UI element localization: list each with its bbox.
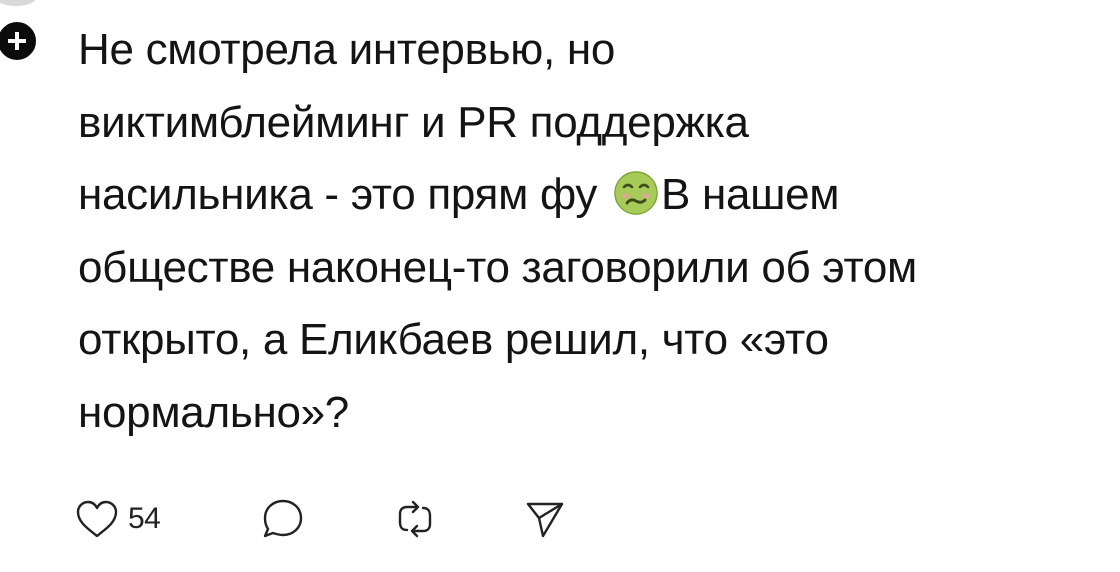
comment-button[interactable] bbox=[260, 494, 306, 544]
like-button[interactable]: 54 bbox=[74, 494, 161, 544]
repost-button[interactable] bbox=[392, 494, 438, 544]
follow-plus-icon[interactable] bbox=[0, 18, 40, 64]
comment-line: Не смотрела интервью, но bbox=[78, 25, 616, 74]
comment-line-part: насильника - это прям фу bbox=[78, 170, 598, 219]
share-icon bbox=[526, 502, 564, 538]
comment-line-part: В нашем bbox=[661, 170, 840, 219]
comment-line: виктимблейминг и PR поддержка bbox=[78, 97, 749, 147]
comment-line: обществе наконец-то заговорили об этом bbox=[78, 242, 917, 292]
comment-icon bbox=[263, 499, 303, 538]
repost-icon bbox=[398, 500, 432, 538]
comment-text: Не смотрела интервью, но виктимблейминг … bbox=[78, 14, 1118, 449]
comment-line: нормально»? bbox=[78, 387, 349, 437]
like-count: 54 bbox=[128, 502, 161, 535]
avatar[interactable] bbox=[0, 0, 36, 6]
action-bar: 54 bbox=[74, 494, 674, 544]
comment-line: открыто, а Еликбаев решил, что «это bbox=[78, 315, 829, 364]
nauseated-face-icon bbox=[613, 166, 659, 215]
comment-post: Не смотрела интервью, но виктимблейминг … bbox=[0, 0, 1120, 572]
heart-icon bbox=[76, 500, 118, 538]
comment-line: насильника - это прям фу В нашем bbox=[78, 159, 1118, 232]
share-button[interactable] bbox=[522, 494, 568, 544]
